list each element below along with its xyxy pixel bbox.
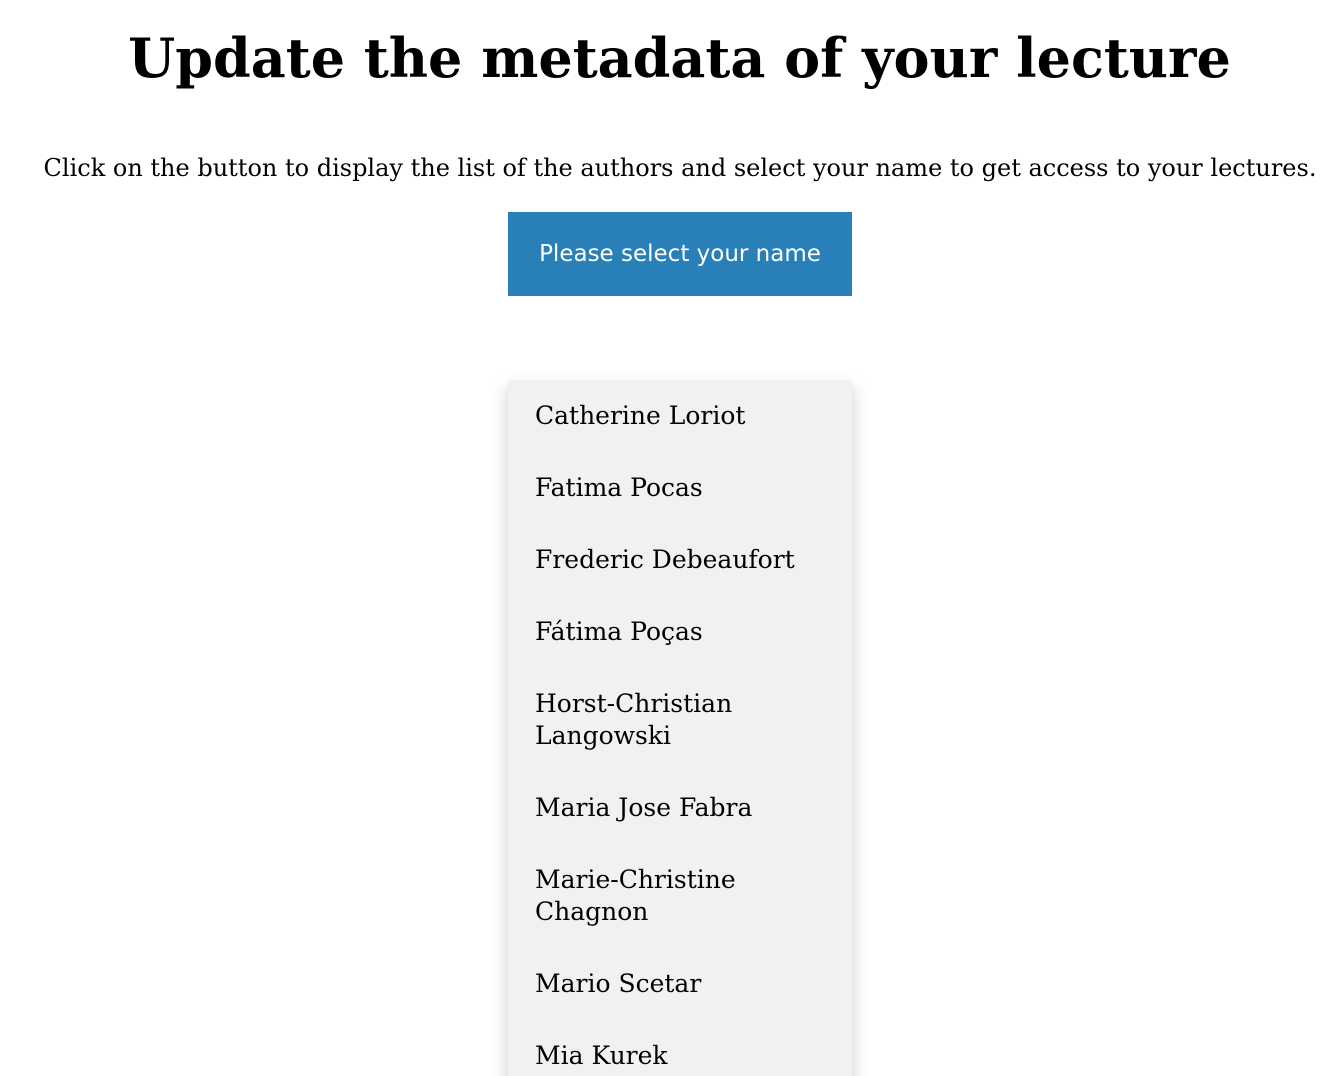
dropdown-item-fatima-pocas[interactable]: Fatima Pocas	[508, 452, 852, 524]
dropdown-item-catherine-loriot[interactable]: Catherine Loriot	[508, 380, 852, 452]
dropdown-item-mario-scetar[interactable]: Mario Scetar	[508, 948, 852, 1020]
dropdown-item-horst-christian-langowski[interactable]: Horst-Christian Langowski	[508, 668, 852, 772]
dropdown-item-marie-christine-chagnon[interactable]: Marie-Christine Chagnon	[508, 844, 852, 948]
page-title: Update the metadata of your lecture	[128, 26, 1231, 90]
dropdown-item-mia-kurek[interactable]: Mia Kurek	[508, 1020, 852, 1076]
dropdown-item-fatima-pocas-accented[interactable]: Fátima Poças	[508, 596, 852, 668]
author-dropdown-menu: Catherine Loriot Fatima Pocas Frederic D…	[508, 380, 852, 1076]
instruction-text: Click on the button to display the list …	[43, 154, 1317, 182]
dropdown-item-maria-jose-fabra[interactable]: Maria Jose Fabra	[508, 772, 852, 844]
dropdown-item-frederic-debeaufort[interactable]: Frederic Debeaufort	[508, 524, 852, 596]
page: Update the metadata of your lecture Clic…	[0, 0, 1332, 1076]
select-name-button[interactable]: Please select your name	[508, 212, 852, 296]
